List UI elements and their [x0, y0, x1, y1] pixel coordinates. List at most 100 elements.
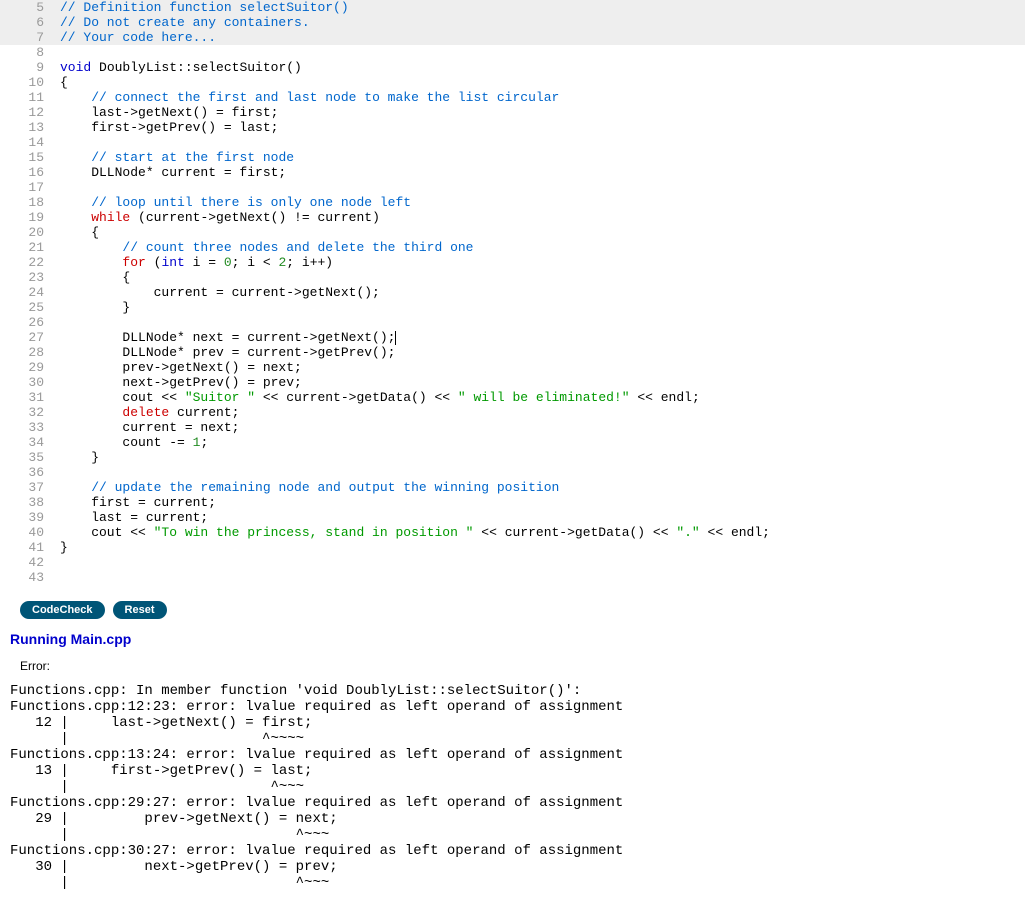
code-line[interactable]: 38 first = current; [0, 495, 1025, 510]
code-content[interactable]: // count three nodes and delete the thir… [56, 240, 1025, 255]
code-content[interactable]: prev->getNext() = next; [56, 360, 1025, 375]
code-content[interactable] [56, 570, 1025, 585]
code-content[interactable] [56, 45, 1025, 60]
line-number: 36 [0, 465, 56, 480]
output-error-label: Error: [20, 659, 1025, 673]
code-content[interactable]: DLLNode* current = first; [56, 165, 1025, 180]
code-line[interactable]: 25 } [0, 300, 1025, 315]
code-line[interactable]: 42 [0, 555, 1025, 570]
code-line[interactable]: 12 last->getNext() = first; [0, 105, 1025, 120]
code-line[interactable]: 19 while (current->getNext() != current) [0, 210, 1025, 225]
code-content[interactable] [56, 180, 1025, 195]
code-content[interactable] [56, 465, 1025, 480]
code-content[interactable]: DLLNode* next = current->getNext(); [56, 330, 1025, 345]
code-line[interactable]: 39 last = current; [0, 510, 1025, 525]
line-number: 40 [0, 525, 56, 540]
code-content[interactable]: // update the remaining node and output … [56, 480, 1025, 495]
code-line[interactable]: 15 // start at the first node [0, 150, 1025, 165]
code-line[interactable]: 7// Your code here... [0, 30, 1025, 45]
code-content[interactable] [56, 315, 1025, 330]
line-number: 7 [0, 30, 56, 45]
code-line[interactable]: 40 cout << "To win the princess, stand i… [0, 525, 1025, 540]
code-content[interactable]: // Do not create any containers. [56, 15, 1025, 30]
code-line[interactable]: 14 [0, 135, 1025, 150]
code-line[interactable]: 17 [0, 180, 1025, 195]
code-content[interactable]: next->getPrev() = prev; [56, 375, 1025, 390]
code-line[interactable]: 20 { [0, 225, 1025, 240]
line-number: 25 [0, 300, 56, 315]
code-line[interactable]: 36 [0, 465, 1025, 480]
line-number: 30 [0, 375, 56, 390]
code-line[interactable]: 11 // connect the first and last node to… [0, 90, 1025, 105]
code-line[interactable]: 5// Definition function selectSuitor() [0, 0, 1025, 15]
line-number: 18 [0, 195, 56, 210]
line-number: 37 [0, 480, 56, 495]
output-title: Running Main.cpp [10, 631, 1025, 647]
line-number: 42 [0, 555, 56, 570]
code-line[interactable]: 13 first->getPrev() = last; [0, 120, 1025, 135]
code-content[interactable] [56, 135, 1025, 150]
code-line[interactable]: 37 // update the remaining node and outp… [0, 480, 1025, 495]
code-content[interactable]: cout << "To win the princess, stand in p… [56, 525, 1025, 540]
codecheck-button[interactable]: CodeCheck [20, 601, 105, 619]
code-line[interactable]: 24 current = current->getNext(); [0, 285, 1025, 300]
code-content[interactable]: // loop until there is only one node lef… [56, 195, 1025, 210]
code-line[interactable]: 18 // loop until there is only one node … [0, 195, 1025, 210]
code-content[interactable]: delete current; [56, 405, 1025, 420]
code-content[interactable]: for (int i = 0; i < 2; i++) [56, 255, 1025, 270]
code-content[interactable]: // Your code here... [56, 30, 1025, 45]
line-number: 34 [0, 435, 56, 450]
code-content[interactable]: last->getNext() = first; [56, 105, 1025, 120]
line-number: 39 [0, 510, 56, 525]
code-line[interactable]: 34 count -= 1; [0, 435, 1025, 450]
code-content[interactable]: DLLNode* prev = current->getPrev(); [56, 345, 1025, 360]
code-line[interactable]: 9void DoublyList::selectSuitor() [0, 60, 1025, 75]
code-line[interactable]: 6// Do not create any containers. [0, 15, 1025, 30]
button-bar: CodeCheck Reset [20, 601, 1025, 619]
code-line[interactable]: 31 cout << "Suitor " << current->getData… [0, 390, 1025, 405]
code-line[interactable]: 32 delete current; [0, 405, 1025, 420]
line-number: 11 [0, 90, 56, 105]
code-content[interactable]: last = current; [56, 510, 1025, 525]
code-content[interactable]: first->getPrev() = last; [56, 120, 1025, 135]
code-line[interactable]: 22 for (int i = 0; i < 2; i++) [0, 255, 1025, 270]
code-editor[interactable]: 5// Definition function selectSuitor()6/… [0, 0, 1025, 585]
code-line[interactable]: 16 DLLNode* current = first; [0, 165, 1025, 180]
code-line[interactable]: 28 DLLNode* prev = current->getPrev(); [0, 345, 1025, 360]
code-line[interactable]: 30 next->getPrev() = prev; [0, 375, 1025, 390]
reset-button[interactable]: Reset [113, 601, 167, 619]
code-content[interactable]: cout << "Suitor " << current->getData() … [56, 390, 1025, 405]
code-content[interactable]: // connect the first and last node to ma… [56, 90, 1025, 105]
code-line[interactable]: 26 [0, 315, 1025, 330]
line-number: 14 [0, 135, 56, 150]
code-line[interactable]: 43 [0, 570, 1025, 585]
code-content[interactable]: } [56, 450, 1025, 465]
code-content[interactable]: first = current; [56, 495, 1025, 510]
code-line[interactable]: 41} [0, 540, 1025, 555]
line-number: 31 [0, 390, 56, 405]
code-content[interactable]: current = current->getNext(); [56, 285, 1025, 300]
code-line[interactable]: 27 DLLNode* next = current->getNext(); [0, 330, 1025, 345]
code-content[interactable]: // Definition function selectSuitor() [56, 0, 1025, 15]
code-content[interactable]: } [56, 540, 1025, 555]
code-line[interactable]: 10{ [0, 75, 1025, 90]
code-content[interactable]: current = next; [56, 420, 1025, 435]
code-line[interactable]: 29 prev->getNext() = next; [0, 360, 1025, 375]
code-line[interactable]: 35 } [0, 450, 1025, 465]
code-content[interactable]: count -= 1; [56, 435, 1025, 450]
code-content[interactable]: { [56, 225, 1025, 240]
code-content[interactable]: void DoublyList::selectSuitor() [56, 60, 1025, 75]
code-line[interactable]: 33 current = next; [0, 420, 1025, 435]
code-content[interactable] [56, 555, 1025, 570]
code-content[interactable]: } [56, 300, 1025, 315]
line-number: 32 [0, 405, 56, 420]
code-content[interactable]: // start at the first node [56, 150, 1025, 165]
code-line[interactable]: 21 // count three nodes and delete the t… [0, 240, 1025, 255]
code-content[interactable]: while (current->getNext() != current) [56, 210, 1025, 225]
code-content[interactable]: { [56, 75, 1025, 90]
code-content[interactable]: { [56, 270, 1025, 285]
code-line[interactable]: 23 { [0, 270, 1025, 285]
line-number: 23 [0, 270, 56, 285]
output-log: Functions.cpp: In member function 'void … [10, 683, 1025, 891]
code-line[interactable]: 8 [0, 45, 1025, 60]
